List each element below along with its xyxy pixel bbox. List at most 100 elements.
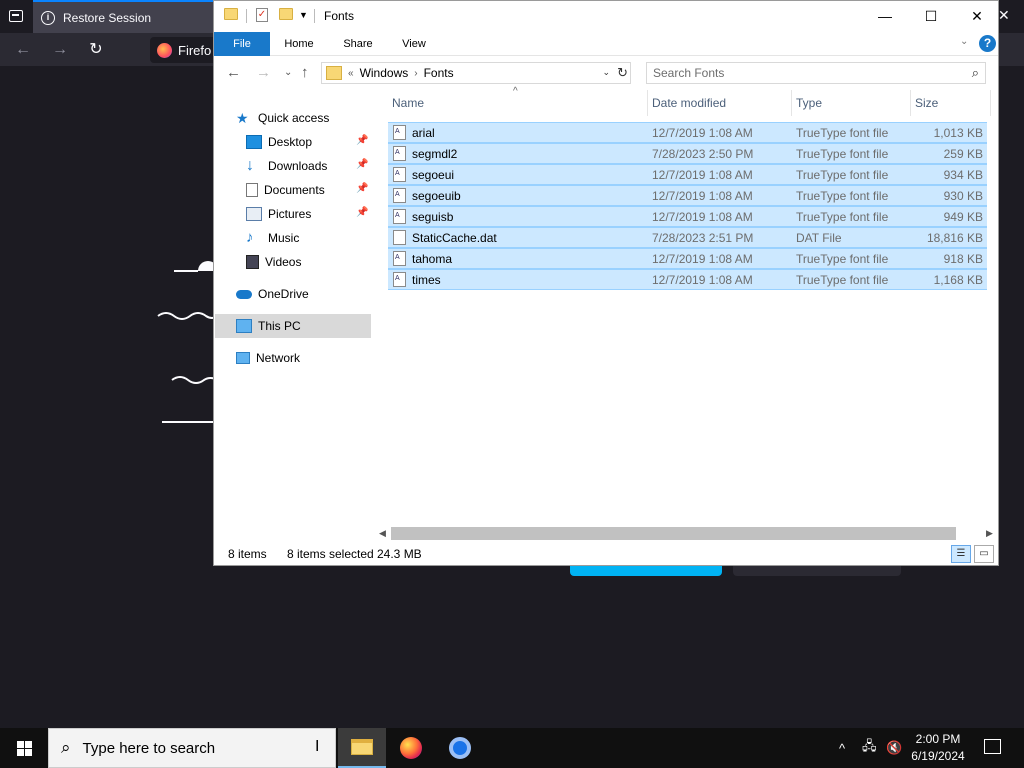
nav-label: Downloads	[268, 159, 328, 173]
system-clock[interactable]: 2:00 PM 6/19/2024	[905, 731, 971, 765]
firefox-back-icon[interactable]: ←	[11, 39, 35, 61]
title-bar[interactable]: ✓ ▼ Fonts — ☐ ✕	[214, 1, 998, 32]
customize-qa-chevron-icon[interactable]: ▼	[299, 10, 308, 20]
table-row[interactable]: Aarial 12/7/2019 1:08 AM TrueType font fil…	[388, 122, 987, 143]
firefox-tab-restore-session[interactable]: i Restore Session	[33, 0, 213, 33]
nav-quick-access[interactable]: ★ Quick access	[236, 106, 396, 130]
videos-icon	[246, 255, 259, 269]
firefox-view-icon[interactable]	[9, 10, 23, 22]
nav-pictures[interactable]: Pictures	[246, 202, 406, 226]
table-row[interactable]: Asegmdl2 7/28/2023 2:50 PM TrueType font f…	[388, 143, 987, 164]
file-explorer-icon	[351, 739, 373, 755]
cloud-icon	[236, 289, 252, 299]
file-date: 12/7/2019 1:08 AM	[652, 189, 753, 203]
scroll-thumb[interactable]	[391, 527, 956, 540]
large-icons-view-icon[interactable]: ▭	[974, 545, 994, 563]
font-file-icon: A	[393, 146, 406, 161]
expand-ribbon-chevron-icon[interactable]: ⌄	[960, 36, 968, 47]
nav-downloads[interactable]: ↓ Downloads	[246, 154, 406, 178]
table-row[interactable]: StaticCache.dat 7/28/2023 2:51 PM DAT File…	[388, 227, 987, 248]
tab-file[interactable]: File	[214, 32, 270, 56]
nav-this-pc[interactable]: This PC	[215, 314, 371, 338]
table-row[interactable]: Asegoeuib 12/7/2019 1:08 AM TrueType font …	[388, 185, 987, 206]
column-header-type[interactable]: Type	[792, 90, 911, 116]
refresh-icon[interactable]: ↻	[617, 65, 628, 81]
pictures-icon	[246, 207, 262, 221]
maximize-button[interactable]: ☐	[908, 1, 954, 32]
volume-muted-icon[interactable]: 🔇	[886, 728, 902, 768]
recent-locations-chevron-icon[interactable]: ⌄	[284, 67, 292, 78]
table-row[interactable]: Aseguisb 12/7/2019 1:08 AM TrueType font f…	[388, 206, 987, 227]
nav-documents[interactable]: Documents	[246, 178, 406, 202]
file-date: 12/7/2019 1:08 AM	[652, 126, 753, 140]
nav-music[interactable]: ♪ Music	[246, 226, 406, 250]
font-file-icon: A	[393, 167, 406, 182]
column-header-date-modified[interactable]: Date modified	[648, 90, 792, 116]
address-dropdown-icon[interactable]: ⌄	[602, 67, 610, 78]
file-size: 949 KB	[943, 210, 983, 224]
pin-icon[interactable]: 📌	[356, 159, 368, 170]
file-type: DAT File	[796, 231, 842, 245]
forward-arrow-icon[interactable]: →	[256, 64, 271, 81]
back-arrow-icon[interactable]: ←	[226, 64, 241, 81]
close-button[interactable]: ✕	[954, 1, 1000, 32]
windows-logo-icon	[16, 740, 32, 756]
file-size: 259 KB	[943, 147, 983, 161]
taskbar-firefox[interactable]	[387, 728, 435, 768]
scroll-right-icon[interactable]: ▶	[981, 525, 998, 542]
breadcrumb-windows[interactable]: Windows	[360, 66, 409, 80]
details-view-icon[interactable]: ☰	[951, 545, 971, 563]
taskbar-file-explorer[interactable]	[338, 728, 386, 768]
nav-videos[interactable]: Videos	[246, 250, 406, 274]
column-header-size[interactable]: Size	[911, 90, 991, 116]
file-type: TrueType font file	[796, 147, 889, 161]
search-icon[interactable]: ⌕	[972, 63, 979, 83]
tab-home[interactable]: Home	[278, 32, 320, 56]
firefox-tab-title: Restore Session	[63, 10, 152, 25]
file-name: segoeui	[412, 168, 455, 182]
tab-share[interactable]: Share	[336, 32, 380, 56]
breadcrumb-separator-icon[interactable]: ›	[414, 68, 417, 79]
search-input[interactable]: Search Fonts ⌕	[646, 62, 986, 84]
table-row[interactable]: Atimes 12/7/2019 1:08 AM TrueType font fil…	[388, 269, 987, 290]
overflow-crumb[interactable]: «	[348, 68, 354, 79]
help-button[interactable]: ?	[979, 35, 996, 52]
file-type: TrueType font file	[796, 252, 889, 266]
nav-onedrive[interactable]: OneDrive	[236, 282, 396, 306]
nav-label: Music	[268, 231, 300, 245]
table-row[interactable]: Asegoeui 12/7/2019 1:08 AM TrueType font f…	[388, 164, 987, 185]
new-folder-icon[interactable]	[279, 8, 293, 20]
scroll-left-icon[interactable]: ◀	[374, 525, 391, 542]
notification-center-icon[interactable]	[984, 739, 1001, 754]
nav-label: Videos	[265, 255, 302, 269]
star-icon: ★	[236, 110, 249, 126]
address-bar[interactable]: « Windows › Fonts ⌄ ↻	[321, 62, 631, 84]
taskbar-chrome[interactable]	[436, 728, 484, 768]
file-date: 12/7/2019 1:08 AM	[652, 210, 753, 224]
pin-icon[interactable]: 📌	[356, 207, 368, 218]
file-type: TrueType font file	[796, 189, 889, 203]
start-button[interactable]	[0, 728, 48, 768]
search-icon: ⌕	[61, 738, 71, 757]
breadcrumb-fonts[interactable]: Fonts	[424, 66, 454, 80]
pin-icon[interactable]: 📌	[356, 135, 368, 146]
column-header-name[interactable]: Name	[388, 90, 648, 116]
firefox-forward-icon[interactable]: →	[48, 39, 72, 61]
minimize-button[interactable]: —	[862, 1, 908, 32]
up-arrow-icon[interactable]: ↑	[301, 64, 309, 81]
pin-icon[interactable]: 📌	[356, 183, 368, 194]
tab-view[interactable]: View	[396, 32, 432, 56]
taskbar-search-box[interactable]: ⌕ Type here to search	[48, 728, 336, 768]
network-status-icon[interactable]: 🖧	[862, 728, 877, 768]
table-row[interactable]: Atahoma 12/7/2019 1:08 AM TrueType font fi…	[388, 248, 987, 269]
restore-session-button[interactable]	[570, 566, 722, 576]
nav-network[interactable]: Network	[236, 346, 396, 370]
nav-label: Quick access	[258, 111, 330, 125]
horizontal-scrollbar[interactable]: ◀ ▶	[374, 525, 998, 542]
nav-desktop[interactable]: Desktop	[246, 130, 406, 154]
firefox-reload-icon[interactable]: ↻	[84, 39, 108, 61]
properties-icon[interactable]: ✓	[256, 8, 268, 22]
qa-separator-2	[314, 9, 315, 23]
show-hidden-icons-chevron-icon[interactable]: ^	[839, 728, 845, 768]
start-new-session-button[interactable]	[733, 566, 901, 576]
